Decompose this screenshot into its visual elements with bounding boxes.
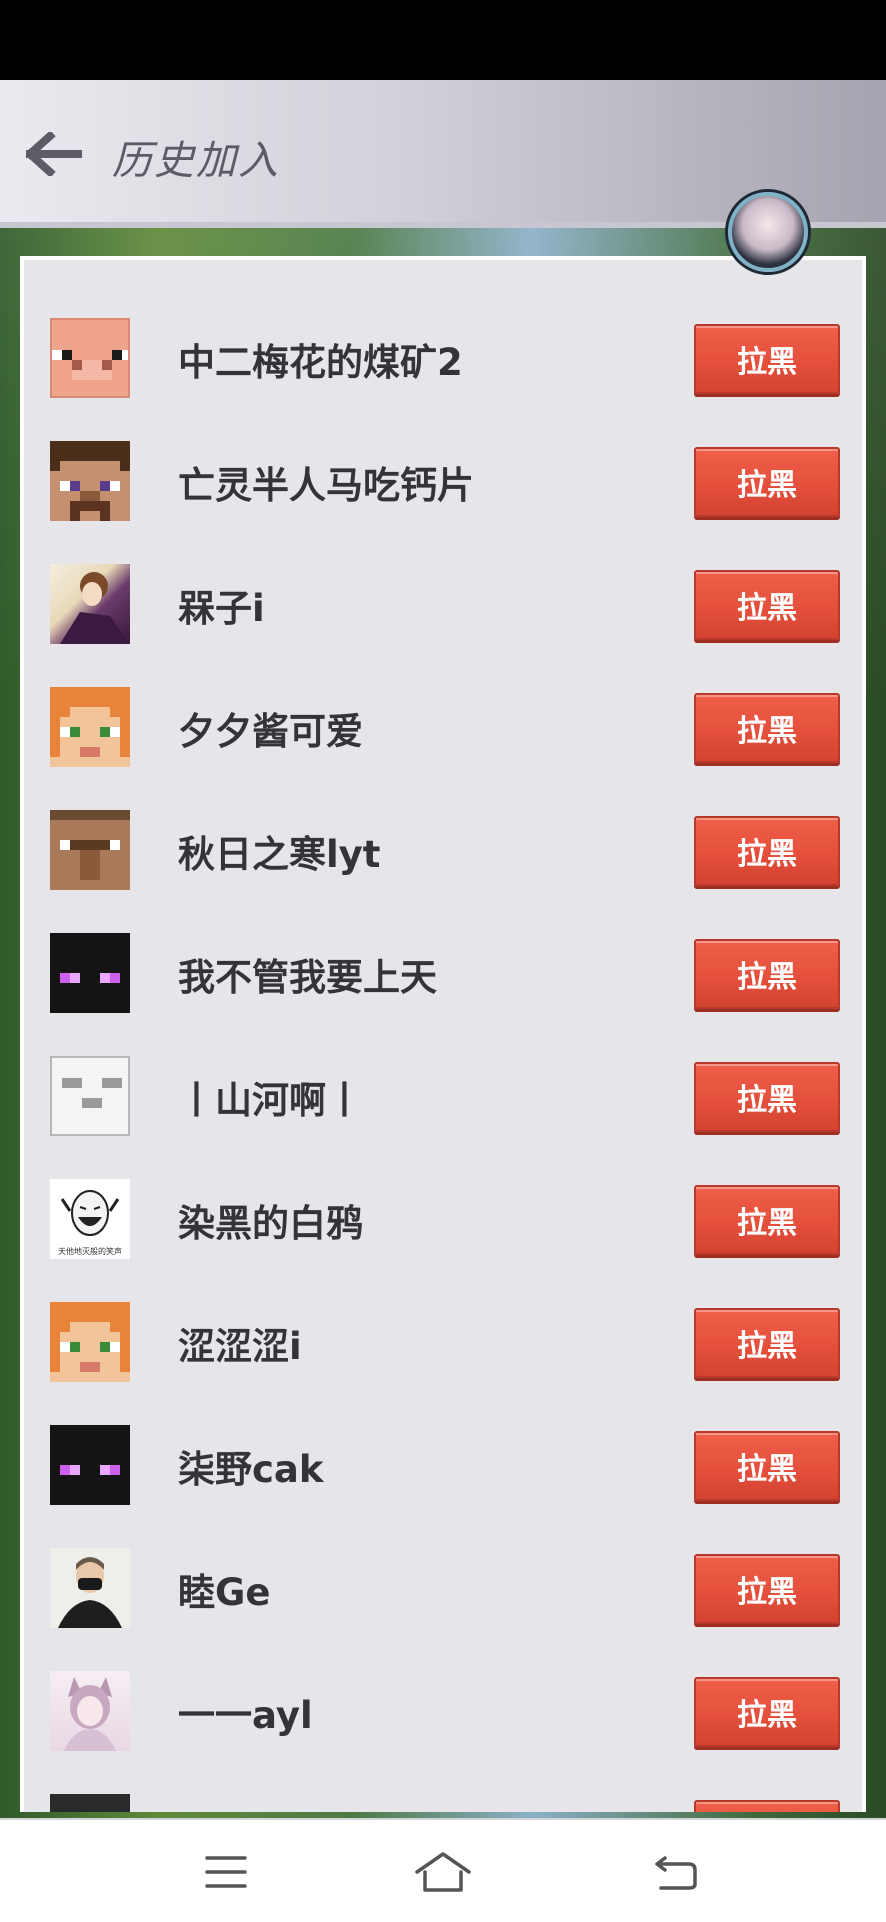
list-item: 涩涩涩i 拉黑 bbox=[24, 1278, 862, 1401]
list-item bbox=[24, 1770, 862, 1812]
system-navigation-bar bbox=[0, 1818, 886, 1922]
block-button[interactable]: 拉黑 bbox=[694, 324, 840, 394]
block-button[interactable]: 拉黑 bbox=[694, 1185, 840, 1255]
player-name: 我不管我要上天 bbox=[178, 956, 437, 999]
player-name: 涩涩涩i bbox=[178, 1325, 302, 1368]
block-button[interactable]: 拉黑 bbox=[694, 570, 840, 640]
player-name: 柒野cak bbox=[178, 1448, 324, 1491]
list-item: 柒野cak 拉黑 bbox=[24, 1401, 862, 1524]
player-name: 一一ayl bbox=[178, 1694, 313, 1737]
player-name: 丨山河啊丨 bbox=[178, 1079, 363, 1122]
home-icon bbox=[415, 1852, 471, 1892]
block-button[interactable]: 拉黑 bbox=[694, 693, 840, 763]
list-item: 睦Ge 拉黑 bbox=[24, 1524, 862, 1647]
avatar-caption: 天他地灭般的笑声 bbox=[58, 1247, 122, 1256]
ghast-face-icon bbox=[50, 1056, 130, 1136]
block-button[interactable]: 拉黑 bbox=[694, 1308, 840, 1378]
back-arrow-button[interactable] bbox=[20, 120, 88, 188]
player-name: 睦Ge bbox=[178, 1571, 271, 1614]
page-title: 历史加入 bbox=[112, 138, 280, 184]
block-button[interactable]: 拉黑 bbox=[694, 1062, 840, 1132]
list-item: 一一ayl 拉黑 bbox=[24, 1647, 862, 1770]
back-button[interactable] bbox=[646, 1848, 706, 1896]
block-button[interactable]: 拉黑 bbox=[694, 1554, 840, 1624]
user-profile-avatar[interactable] bbox=[728, 192, 808, 272]
player-name: 秋日之寒lyt bbox=[178, 833, 381, 876]
alex-face-icon bbox=[50, 1302, 130, 1382]
history-players-panel: 中二梅花的煤矿2 拉黑 亡灵半人马吃钙片 拉黑 槑子i 拉黑 夕夕酱可爱 拉黑 … bbox=[20, 256, 866, 1812]
status-bar bbox=[0, 0, 886, 80]
block-button[interactable]: 拉黑 bbox=[694, 816, 840, 886]
player-name: 染黑的白鸦 bbox=[178, 1202, 363, 1245]
enderman-face-icon bbox=[50, 1425, 130, 1505]
player-name: 中二梅花的煤矿2 bbox=[178, 341, 463, 384]
list-item: 我不管我要上天 拉黑 bbox=[24, 909, 862, 1032]
list-item: 槑子i 拉黑 bbox=[24, 540, 862, 663]
list-item: 亡灵半人马吃钙片 拉黑 bbox=[24, 417, 862, 540]
list-item: 中二梅花的煤矿2 拉黑 bbox=[24, 294, 862, 417]
block-button[interactable] bbox=[694, 1800, 840, 1812]
home-button[interactable] bbox=[413, 1848, 473, 1896]
block-button[interactable]: 拉黑 bbox=[694, 1431, 840, 1501]
player-name: 夕夕酱可爱 bbox=[178, 710, 363, 753]
anime-girl-avatar bbox=[50, 1671, 130, 1751]
block-button[interactable]: 拉黑 bbox=[694, 939, 840, 1009]
back-arrow-icon bbox=[26, 132, 82, 176]
list-item: 秋日之寒lyt 拉黑 bbox=[24, 786, 862, 909]
partial-avatar bbox=[50, 1794, 130, 1812]
list-item: 夕夕酱可爱 拉黑 bbox=[24, 663, 862, 786]
pig-face-icon bbox=[50, 318, 130, 398]
block-button[interactable]: 拉黑 bbox=[694, 447, 840, 517]
player-name: 槑子i bbox=[178, 587, 265, 630]
meme-face-avatar: 天他地灭般的笑声 bbox=[50, 1179, 130, 1259]
block-button[interactable]: 拉黑 bbox=[694, 1677, 840, 1747]
player-name: 亡灵半人马吃钙片 bbox=[178, 464, 474, 507]
back-icon bbox=[655, 1856, 697, 1890]
alex-face-icon bbox=[50, 687, 130, 767]
anime-portrait-avatar bbox=[50, 564, 130, 644]
villager-face-icon bbox=[50, 810, 130, 890]
list-item: 丨山河啊丨 拉黑 bbox=[24, 1032, 862, 1155]
menu-button[interactable] bbox=[196, 1848, 256, 1896]
enderman-face-icon bbox=[50, 933, 130, 1013]
list-item: 天他地灭般的笑声 染黑的白鸦 拉黑 bbox=[24, 1155, 862, 1278]
menu-icon bbox=[205, 1856, 247, 1888]
masked-man-avatar bbox=[50, 1548, 130, 1628]
steve-face-icon bbox=[50, 441, 130, 521]
